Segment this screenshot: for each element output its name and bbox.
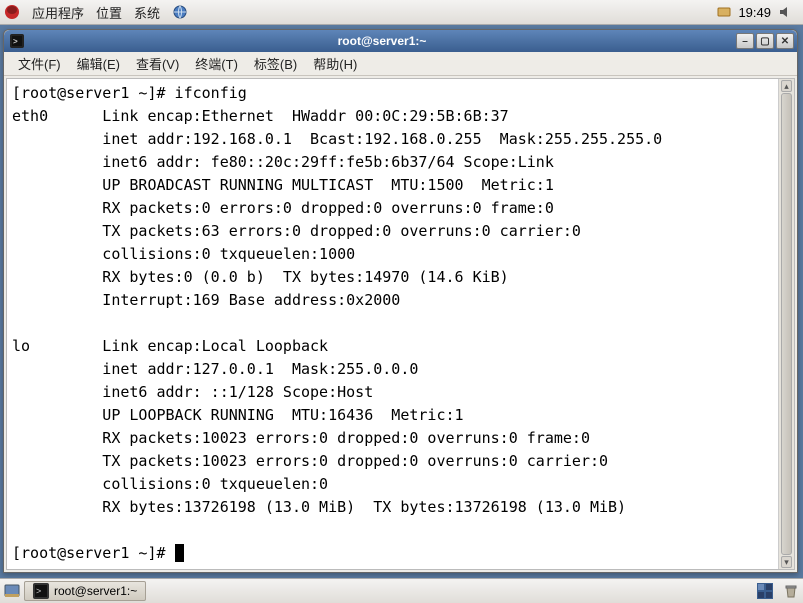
menu-edit[interactable]: 编辑(E) [69,54,128,73]
volume-tray-icon[interactable] [777,4,793,20]
scroll-down-button[interactable]: ▾ [781,556,792,568]
system-tray: 19:49 [716,4,799,20]
menu-system[interactable]: 系统 [128,3,166,22]
menubar: 文件(F) 编辑(E) 查看(V) 终端(T) 标签(B) 帮助(H) [4,52,797,76]
browser-launcher-icon[interactable] [172,4,188,20]
bottom-panel: > root@server1:~ [0,578,803,603]
menu-view[interactable]: 查看(V) [128,54,187,73]
taskbar-terminal[interactable]: > root@server1:~ [24,581,146,601]
menu-places[interactable]: 位置 [90,3,128,22]
taskbar-terminal-label: root@server1:~ [54,584,137,598]
menu-applications[interactable]: 应用程序 [26,3,90,22]
terminal-output[interactable]: [root@server1 ~]# ifconfig eth0 Link enc… [7,79,778,569]
menu-help[interactable]: 帮助(H) [305,54,365,73]
show-desktop-icon[interactable] [4,583,20,599]
update-tray-icon[interactable] [716,4,732,20]
terminal-window: > root@server1:~ – ▢ ✕ 文件(F) 编辑(E) 查看(V)… [3,29,798,573]
close-button[interactable]: ✕ [776,33,794,49]
top-panel: 应用程序 位置 系统 19:49 [0,0,803,25]
trash-icon[interactable] [783,583,799,599]
workspace-switcher-icon[interactable] [757,583,773,599]
menu-tabs[interactable]: 标签(B) [246,54,305,73]
terminal-cursor [175,544,184,562]
terminal-window-icon: > [10,34,24,48]
titlebar[interactable]: > root@server1:~ – ▢ ✕ [4,30,797,52]
scroll-thumb[interactable] [781,93,792,555]
distro-icon [4,4,20,20]
scrollbar[interactable]: ▴ ▾ [778,79,794,569]
maximize-button[interactable]: ▢ [756,33,774,49]
svg-text:>: > [36,586,41,596]
menu-terminal[interactable]: 终端(T) [187,54,246,73]
terminal-task-icon: > [33,583,49,599]
minimize-button[interactable]: – [736,33,754,49]
clock[interactable]: 19:49 [738,5,771,20]
menu-file[interactable]: 文件(F) [10,54,69,73]
window-title: root@server1:~ [28,34,736,48]
scroll-up-button[interactable]: ▴ [781,80,792,92]
svg-text:>: > [13,37,18,46]
